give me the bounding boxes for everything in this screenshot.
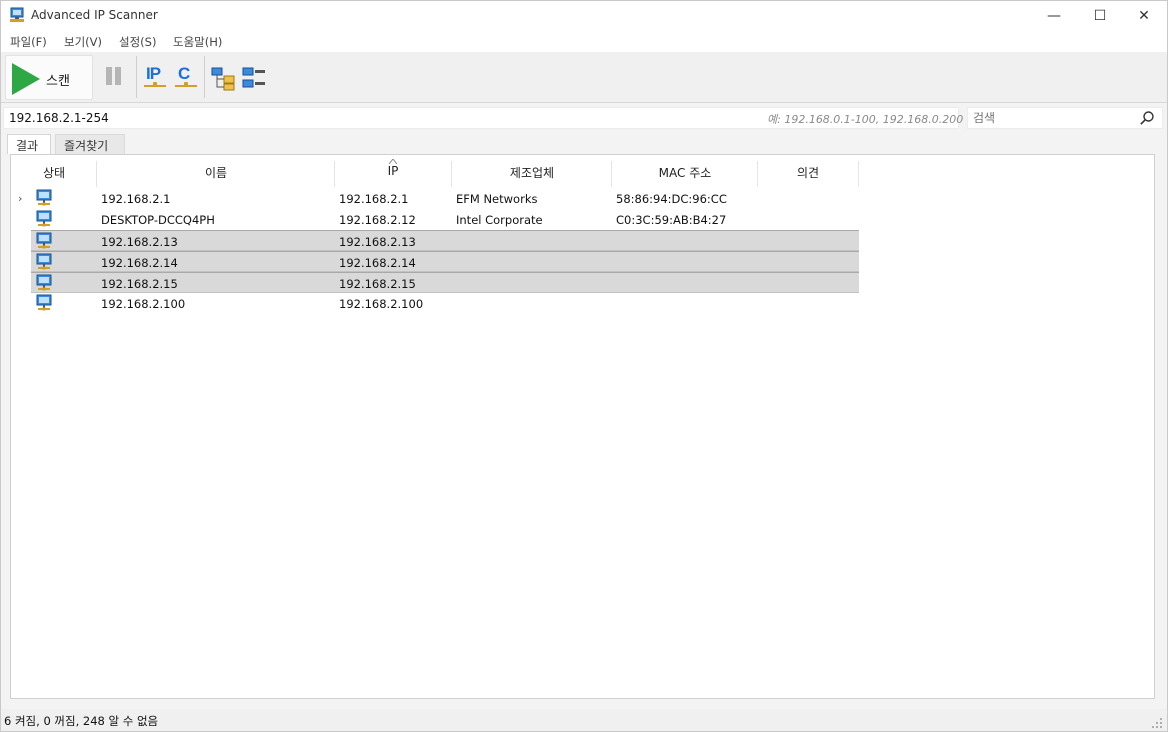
cell-ip: 192.168.2.12 xyxy=(339,213,416,227)
table-row[interactable]: 192.168.2.100 192.168.2.100 xyxy=(11,293,859,314)
toolbar-divider-2 xyxy=(204,56,205,98)
address-row: 예: 192.168.0.1-100, 192.168.0.200 xyxy=(1,107,1167,129)
cell-name: 192.168.2.14 xyxy=(101,256,178,270)
search-input[interactable] xyxy=(967,107,1163,129)
cell-ip: 192.168.2.1 xyxy=(339,192,409,206)
column-comments[interactable]: 의견 xyxy=(758,164,858,181)
computer-icon xyxy=(36,253,52,270)
maximize-icon: ☐ xyxy=(1093,8,1107,24)
cell-vendor: EFM Networks xyxy=(456,192,538,206)
pause-icon-bar xyxy=(115,67,121,85)
tab-results-label: 결과 xyxy=(16,139,39,153)
cell-mac: 58:86:94:DC:96:CC xyxy=(616,192,727,206)
scan-button[interactable]: 스캔 xyxy=(5,55,93,100)
column-divider[interactable] xyxy=(858,161,859,187)
minimize-button[interactable]: — xyxy=(1031,1,1077,31)
close-button[interactable]: ✕ xyxy=(1121,1,1167,31)
tab-favorites[interactable]: 즐겨찾기 xyxy=(55,134,125,154)
cell-ip: 192.168.2.100 xyxy=(339,297,424,311)
cell-ip: 192.168.2.15 xyxy=(339,277,416,291)
cell-name: 192.168.2.13 xyxy=(101,235,178,249)
column-vendor[interactable]: 제조업체 xyxy=(452,164,612,181)
toolbar-divider xyxy=(136,56,137,98)
network-computer-icon xyxy=(10,7,24,22)
table-header: 상태 이름 IP 제조업체 MAC 주소 의견 xyxy=(11,155,1154,187)
ip-icon: IP xyxy=(146,64,161,83)
column-name[interactable]: 이름 xyxy=(97,164,335,181)
cell-name: 192.168.2.100 xyxy=(101,297,186,311)
window-title: Advanced IP Scanner xyxy=(31,8,158,22)
table-row[interactable]: DESKTOP-DCCQ4PH 192.168.2.12 Intel Corpora… xyxy=(11,209,859,230)
search-icon[interactable] xyxy=(1139,110,1155,126)
pause-icon xyxy=(106,67,112,85)
table-row[interactable]: 192.168.2.14 192.168.2.14 xyxy=(31,251,859,272)
menu-help[interactable]: 도움말(H) xyxy=(173,34,222,50)
resize-grip-icon[interactable] xyxy=(1151,717,1163,729)
c-icon-underline xyxy=(175,85,197,87)
c-class-button[interactable]: C xyxy=(175,63,201,91)
cell-vendor: Intel Corporate xyxy=(456,213,543,227)
computer-icon xyxy=(36,210,52,227)
play-icon xyxy=(12,63,40,95)
ip-scan-button[interactable]: IP xyxy=(144,63,170,91)
minimize-icon: — xyxy=(1047,8,1061,24)
expand-chevron-icon[interactable]: › xyxy=(18,192,22,205)
computer-icon xyxy=(36,189,52,206)
c-class-icon: C xyxy=(178,64,190,83)
table-row[interactable]: 192.168.2.13 192.168.2.13 xyxy=(31,230,859,251)
cell-name: 192.168.2.1 xyxy=(101,192,171,206)
cell-ip: 192.168.2.14 xyxy=(339,256,416,270)
ip-range-hint: 예: 192.168.0.1-100, 192.168.0.200 xyxy=(767,113,964,126)
ip-icon-underline xyxy=(144,85,166,87)
tab-results[interactable]: 결과 xyxy=(7,134,51,154)
collapse-all-icon[interactable] xyxy=(242,65,268,93)
results-table: 상태 이름 IP 제조업체 MAC 주소 의견 › 192.168.2.1 192.… xyxy=(10,154,1155,699)
computer-icon xyxy=(36,232,52,249)
table-row[interactable]: 192.168.2.15 192.168.2.15 xyxy=(31,272,859,293)
menu-settings[interactable]: 설정(S) xyxy=(119,34,156,50)
title-bar: Advanced IP Scanner — ☐ ✕ xyxy=(1,1,1167,31)
close-icon: ✕ xyxy=(1138,8,1150,24)
scan-label: 스캔 xyxy=(46,74,70,89)
column-mac[interactable]: MAC 주소 xyxy=(612,164,758,181)
pause-button[interactable] xyxy=(101,64,127,90)
toolbar: 스캔 IP C xyxy=(1,52,1167,103)
menu-view[interactable]: 보기(V) xyxy=(64,34,102,50)
column-status[interactable]: 상태 xyxy=(41,164,67,181)
table-row[interactable]: › 192.168.2.1 192.168.2.1 EFM Networks 58:86… xyxy=(11,188,859,209)
cell-name: 192.168.2.15 xyxy=(101,277,178,291)
menu-file[interactable]: 파일(F) xyxy=(10,34,47,50)
cell-name: DESKTOP-DCCQ4PH xyxy=(101,213,215,227)
cell-ip: 192.168.2.13 xyxy=(339,235,416,249)
computer-icon xyxy=(36,294,52,311)
maximize-button[interactable]: ☐ xyxy=(1077,1,1123,31)
column-ip[interactable]: IP xyxy=(335,164,451,178)
status-bar: 6 켜짐, 0 꺼짐, 248 알 수 없음 xyxy=(1,709,1167,731)
app-window: Advanced IP Scanner — ☐ ✕ 파일(F) 보기(V) 설정… xyxy=(0,0,1168,732)
tab-favorites-label: 즐겨찾기 xyxy=(64,139,109,153)
status-text: 6 켜짐, 0 꺼짐, 248 알 수 없음 xyxy=(4,714,159,728)
menu-bar: 파일(F) 보기(V) 설정(S) 도움말(H) xyxy=(1,31,1167,52)
expand-all-icon[interactable] xyxy=(211,65,237,93)
computer-icon xyxy=(36,274,52,291)
cell-mac: C0:3C:59:AB:B4:27 xyxy=(616,213,727,227)
